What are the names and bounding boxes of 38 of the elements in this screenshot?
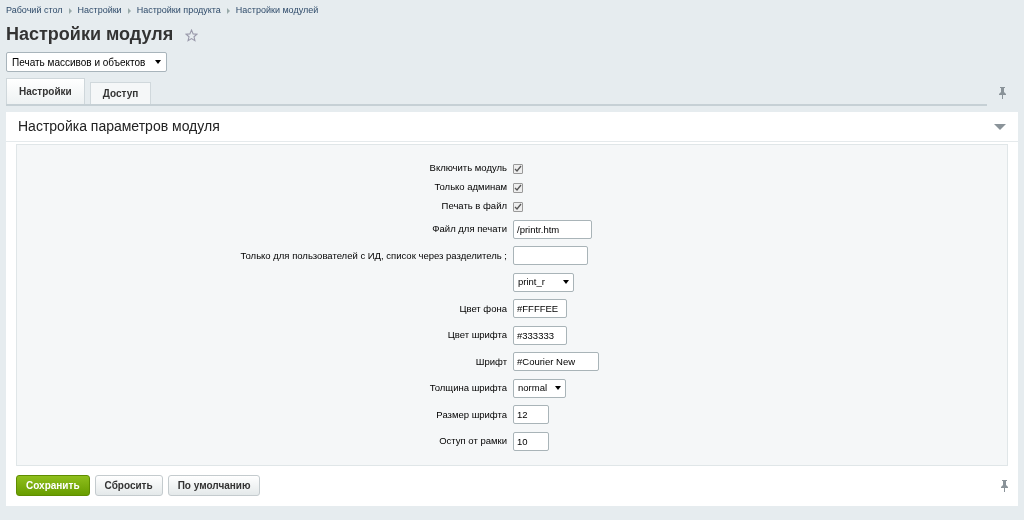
text-field[interactable]: 12: [513, 405, 549, 425]
field-label: Толщина шрифта: [429, 381, 507, 396]
collapse-icon[interactable]: [994, 123, 1006, 130]
tab[interactable]: Настройки: [6, 78, 85, 104]
page-title: Настройки модуля: [6, 24, 174, 46]
field-label: Размер шрифта: [436, 407, 507, 422]
field-label: Цвет шрифта: [447, 328, 507, 343]
text-field[interactable]: /printr.htm: [513, 219, 593, 239]
text-field[interactable]: #333333: [513, 325, 568, 345]
field-label: Цвет фона: [459, 301, 507, 316]
breadcrumb-link[interactable]: Настройки: [77, 4, 122, 18]
checkbox[interactable]: [513, 201, 523, 212]
text-field[interactable]: #FFFFEE: [513, 299, 568, 319]
checkbox[interactable]: [513, 163, 523, 174]
field-label: Файл для печати: [432, 222, 507, 237]
field-label: Включить модуль: [429, 161, 507, 176]
section-title: Настройка параметров модуля: [18, 118, 220, 135]
star-icon[interactable]: [185, 28, 199, 42]
button[interactable]: Сбросить: [94, 474, 163, 496]
pin-icon[interactable]: [1001, 479, 1008, 492]
checkbox[interactable]: [513, 182, 523, 193]
field-label: Только админам: [434, 180, 507, 195]
dropdown[interactable]: print_r: [513, 272, 574, 292]
module-select[interactable]: Печать массивов и объектов: [6, 52, 168, 72]
field-label: Шрифт: [475, 354, 507, 369]
button[interactable]: По умолчанию: [167, 474, 261, 496]
field-label: Оступ от рамки: [439, 434, 507, 449]
field-label: Печать в файл: [441, 199, 507, 214]
breadcrumb-link[interactable]: Рабочий стол: [6, 4, 63, 18]
tab[interactable]: Доступ: [89, 82, 152, 104]
text-field[interactable]: 10: [513, 431, 549, 451]
pin-icon[interactable]: [999, 86, 1006, 99]
dropdown[interactable]: normal: [513, 378, 567, 398]
text-field[interactable]: [513, 246, 588, 266]
breadcrumb-link[interactable]: Настройки продукта: [136, 4, 221, 18]
field-label: Только для пользователей с ИД, список через разделитель ;: [240, 248, 507, 263]
breadcrumb-link[interactable]: Настройки модулей: [235, 4, 319, 18]
text-field[interactable]: #Courier New: [513, 352, 599, 372]
